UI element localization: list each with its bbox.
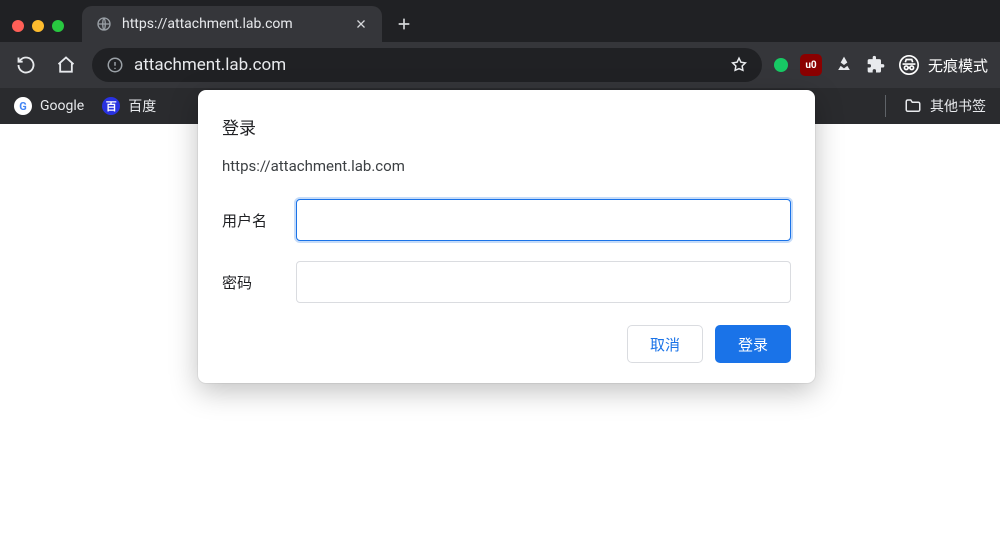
extension-devtools-icon[interactable] [834, 55, 854, 75]
page-viewport: 登录 https://attachment.lab.com 用户名 密码 取消 … [0, 124, 1000, 560]
ublock-icon[interactable]: u0 [800, 54, 822, 76]
login-button[interactable]: 登录 [715, 325, 791, 363]
password-field-row: 密码 [222, 261, 791, 303]
bookmark-baidu[interactable]: 百 百度 [102, 96, 156, 116]
extension-status-icon[interactable] [774, 58, 788, 72]
globe-icon [96, 16, 112, 32]
google-icon: G [14, 97, 32, 115]
traffic-light-zoom-icon[interactable] [52, 20, 64, 32]
other-bookmarks-label: 其他书签 [930, 96, 986, 116]
cancel-button[interactable]: 取消 [627, 325, 703, 363]
extensions-puzzle-icon[interactable] [866, 55, 886, 75]
window-controls [8, 20, 74, 42]
cancel-button-label: 取消 [650, 334, 680, 355]
tab-strip: https://attachment.lab.com [0, 0, 1000, 42]
home-icon[interactable] [52, 51, 80, 79]
traffic-light-minimize-icon[interactable] [32, 20, 44, 32]
folder-icon [904, 97, 922, 115]
traffic-light-close-icon[interactable] [12, 20, 24, 32]
username-field-row: 用户名 [222, 199, 791, 241]
tab-title: https://attachment.lab.com [122, 16, 344, 32]
password-label: 密码 [222, 272, 276, 293]
bookmark-label: 百度 [128, 96, 156, 116]
incognito-indicator[interactable]: 无痕模式 [898, 54, 988, 76]
divider [885, 95, 886, 117]
dialog-actions: 取消 登录 [222, 325, 791, 363]
incognito-label: 无痕模式 [928, 55, 988, 76]
tab-close-icon[interactable] [354, 17, 368, 31]
browser-tab[interactable]: https://attachment.lab.com [82, 6, 382, 42]
password-input[interactable] [296, 261, 791, 303]
baidu-icon: 百 [102, 97, 120, 115]
other-bookmarks[interactable]: 其他书签 [904, 96, 986, 116]
new-tab-button[interactable] [390, 10, 418, 38]
bookmark-star-icon[interactable] [730, 56, 748, 74]
bookmark-label: Google [40, 98, 84, 114]
http-auth-dialog: 登录 https://attachment.lab.com 用户名 密码 取消 … [198, 90, 815, 383]
address-bar[interactable]: attachment.lab.com [92, 48, 762, 82]
incognito-icon [898, 54, 920, 76]
username-input[interactable] [296, 199, 791, 241]
login-button-label: 登录 [738, 334, 768, 355]
reload-icon[interactable] [12, 51, 40, 79]
url-text: attachment.lab.com [134, 55, 720, 75]
bookmark-google[interactable]: G Google [14, 97, 84, 115]
username-label: 用户名 [222, 210, 276, 231]
dialog-title: 登录 [222, 114, 791, 139]
dialog-origin: https://attachment.lab.com [222, 157, 791, 175]
site-info-icon[interactable] [106, 56, 124, 74]
toolbar: attachment.lab.com u0 无痕模式 [0, 42, 1000, 88]
